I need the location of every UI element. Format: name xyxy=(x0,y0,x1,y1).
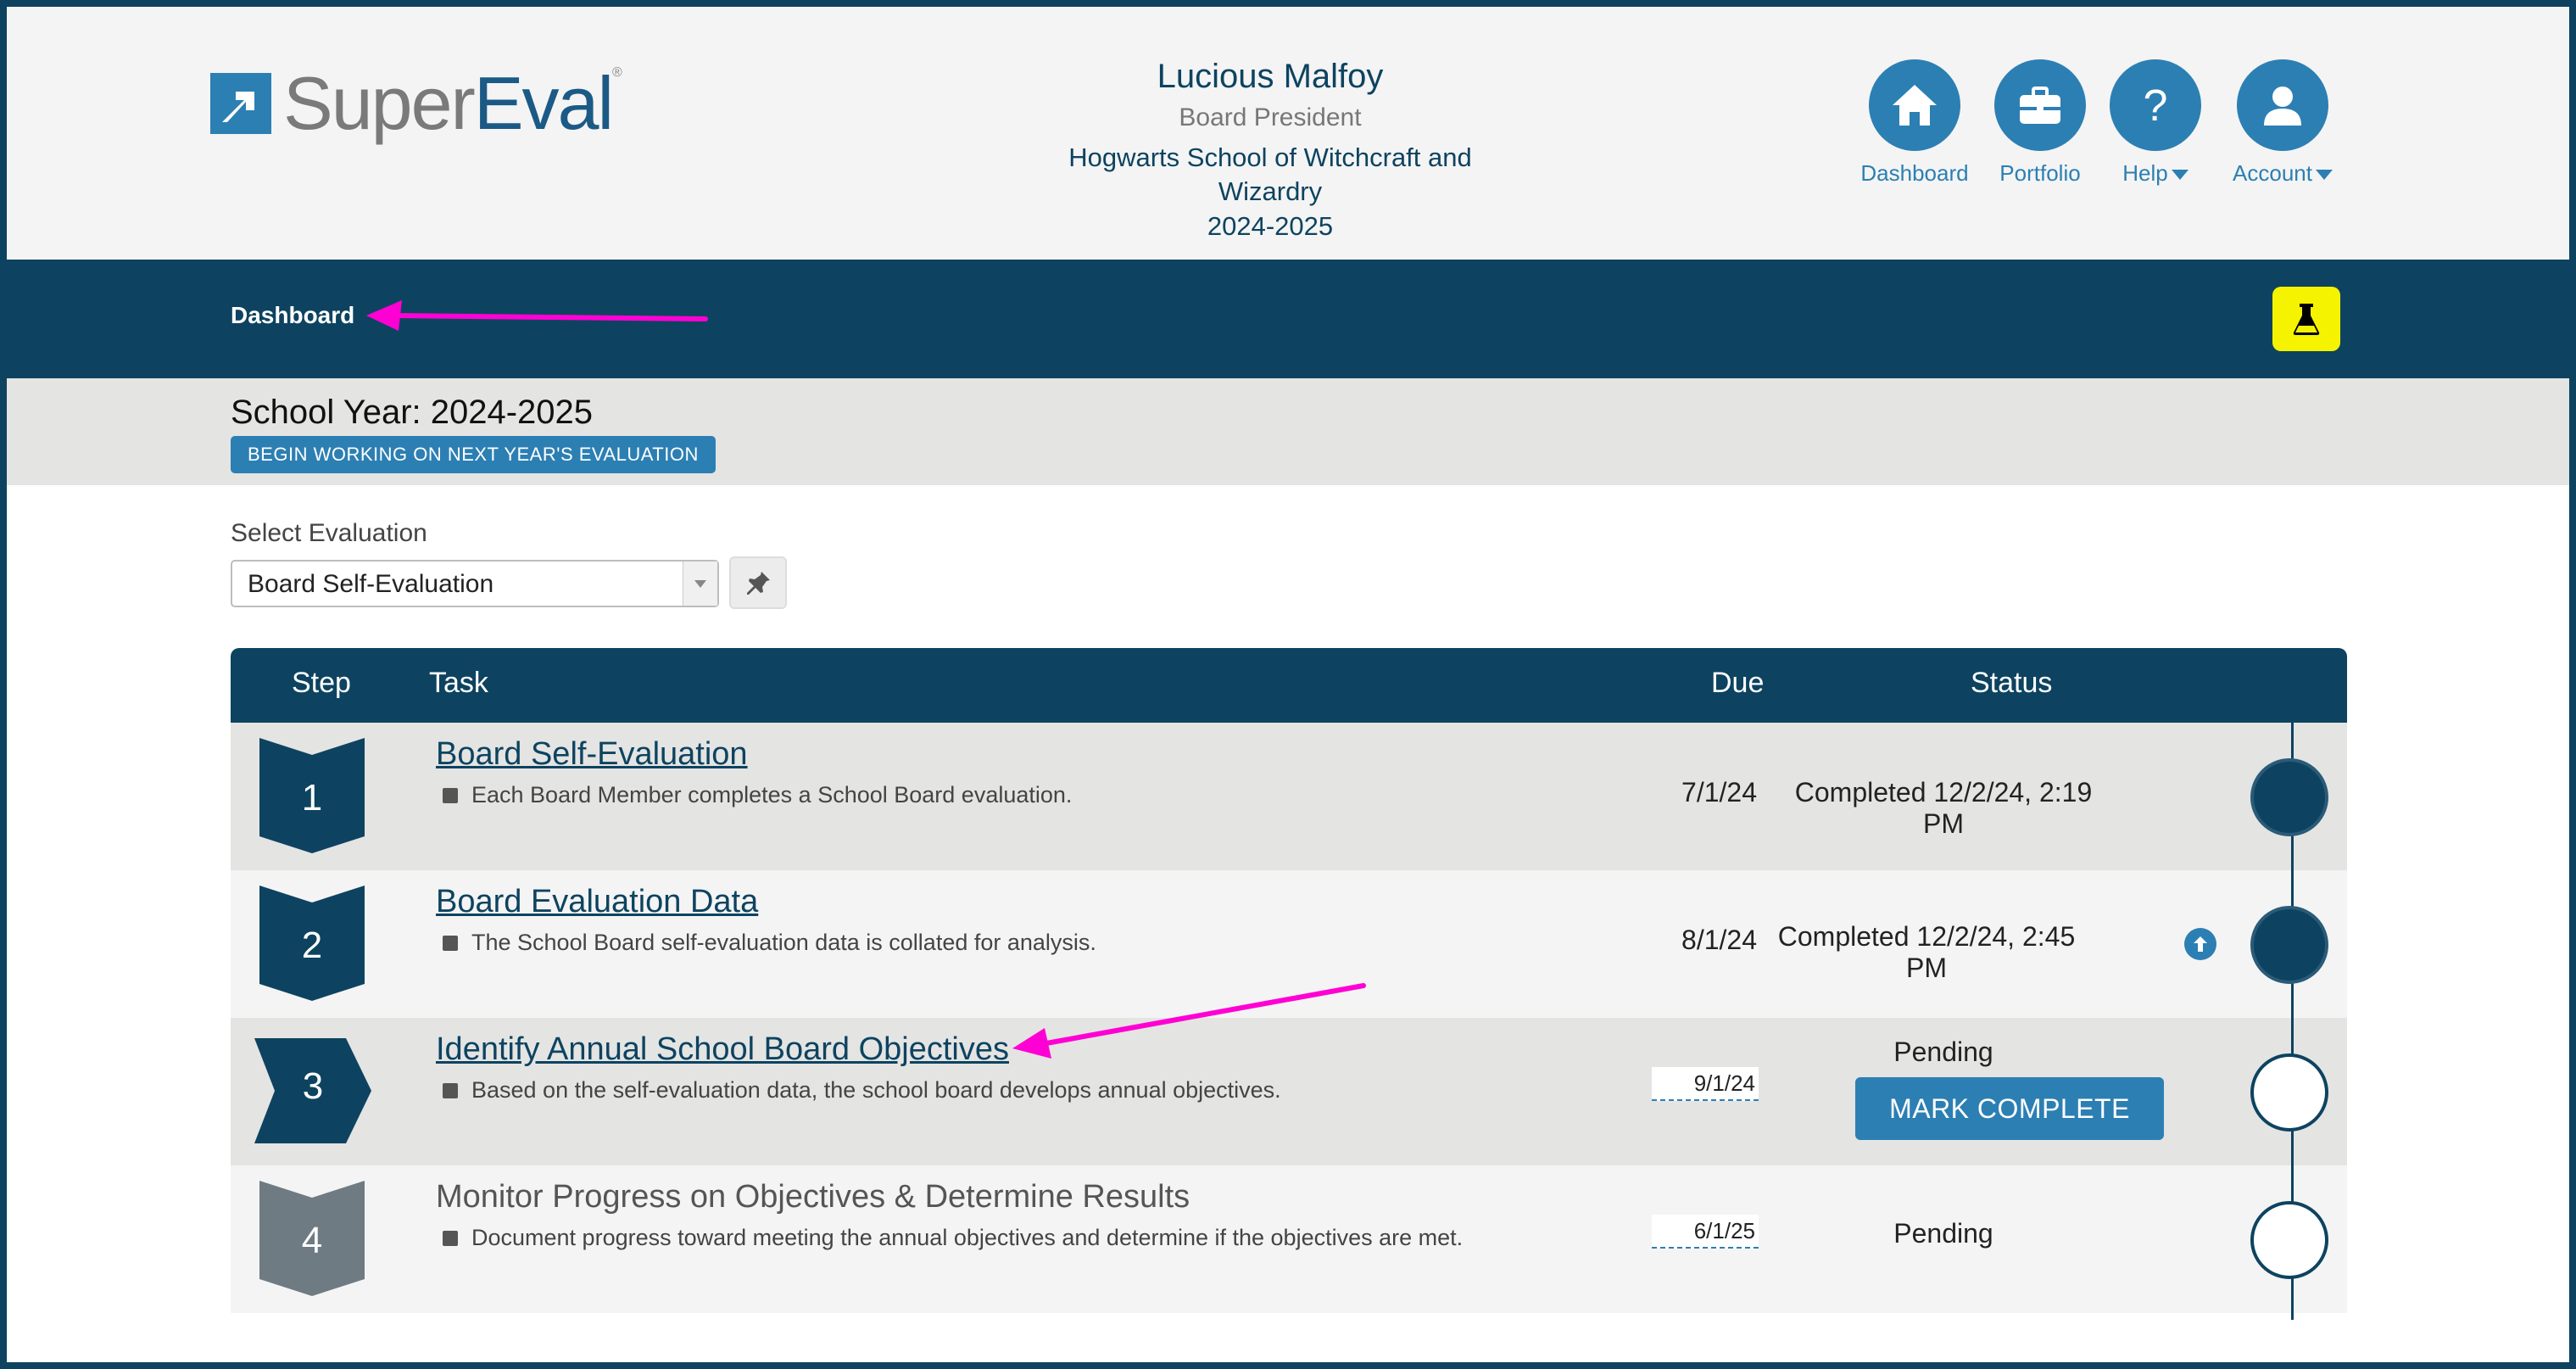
due-date-input[interactable]: 6/1/25 xyxy=(1652,1215,1759,1249)
header-status: Status xyxy=(1971,667,2053,699)
task-link[interactable]: Board Evaluation Data xyxy=(436,884,758,920)
step-chevron-icon: 2 xyxy=(259,886,365,1001)
bullet-icon xyxy=(443,1230,458,1246)
status-text: Completed 12/2/24, 2:19 PM xyxy=(1794,777,2093,839)
table-row: 3 Identify Annual School Board Objective… xyxy=(231,1018,2347,1165)
due-date-input[interactable]: 9/1/24 xyxy=(1652,1067,1759,1101)
user-year: 2024-2025 xyxy=(1207,211,1334,241)
status-text: Completed 12/2/24, 2:45 PM xyxy=(1777,921,2076,983)
header-due: Due xyxy=(1711,667,1765,699)
select-evaluation-label: Select Evaluation xyxy=(231,519,427,547)
user-icon xyxy=(2237,59,2328,151)
step-arrow-icon: 3 xyxy=(254,1033,371,1143)
task-title: Monitor Progress on Objectives & Determi… xyxy=(436,1179,1190,1215)
task-description: Document progress toward meeting the ann… xyxy=(443,1225,1463,1251)
task-description: Based on the self-evaluation data, the s… xyxy=(443,1077,1281,1104)
timeline-complete-icon xyxy=(2250,906,2328,984)
task-link[interactable]: Board Self-Evaluation xyxy=(436,736,748,773)
question-icon: ? xyxy=(2110,59,2201,151)
user-name: Lucious Malfoy xyxy=(1157,58,1384,95)
pin-button[interactable] xyxy=(729,556,787,609)
svg-text:?: ? xyxy=(2144,81,2168,131)
timeline-pending-icon xyxy=(2250,1053,2328,1132)
chevron-down-icon xyxy=(2171,170,2188,181)
nav-bar: Dashboard xyxy=(7,260,2569,378)
chevron-down-icon xyxy=(2315,170,2333,181)
app-frame: SuperEval® Lucious Malfoy Board Presiden… xyxy=(7,7,2569,1362)
task-description: The School Board self-evaluation data is… xyxy=(443,930,1096,956)
nav-dashboard[interactable]: Dashboard xyxy=(1847,59,1982,188)
logo-mark-icon xyxy=(210,73,271,134)
nav-help[interactable]: ? Help xyxy=(2088,59,2223,188)
user-info: Lucious Malfoy Board President Hogwarts … xyxy=(1016,54,1525,244)
table-row: 2 Board Evaluation Data The School Board… xyxy=(231,870,2347,1018)
step-chevron-icon: 4 xyxy=(259,1181,365,1296)
bullet-icon xyxy=(443,1082,458,1098)
lab-flask-button[interactable] xyxy=(2272,287,2340,351)
bullet-icon xyxy=(443,935,458,951)
next-year-evaluation-button[interactable]: BEGIN WORKING ON NEXT YEAR'S EVALUATION xyxy=(231,436,716,473)
superEval-logo[interactable]: SuperEval® xyxy=(210,61,622,146)
home-icon xyxy=(1869,59,1960,151)
task-table: Step Task Due Status 1 Board Self-Evalua… xyxy=(231,648,2347,1320)
task-link[interactable]: Identify Annual School Board Objectives xyxy=(436,1031,1009,1068)
header: SuperEval® Lucious Malfoy Board Presiden… xyxy=(7,7,2569,260)
due-date: 7/1/24 xyxy=(1681,777,1757,807)
arrow-up-icon[interactable] xyxy=(2184,928,2216,960)
bullet-icon xyxy=(443,787,458,803)
school-year-label: School Year: 2024-2025 xyxy=(231,394,594,431)
header-task: Task xyxy=(429,667,488,699)
logo-text: SuperEval® xyxy=(283,61,622,145)
table-row: 1 Board Self-Evaluation Each Board Membe… xyxy=(231,723,2347,870)
briefcase-icon xyxy=(1994,59,2086,151)
pin-icon xyxy=(747,572,770,595)
user-role: Board President xyxy=(1179,103,1362,131)
step-chevron-icon: 1 xyxy=(259,738,365,853)
table-row: 4 Monitor Progress on Objectives & Deter… xyxy=(231,1165,2347,1313)
status-text: Pending xyxy=(1893,1037,1993,1067)
timeline-complete-icon xyxy=(2250,758,2328,836)
chevron-down-icon[interactable] xyxy=(683,562,717,606)
table-header: Step Task Due Status xyxy=(231,648,2347,723)
breadcrumb[interactable]: Dashboard xyxy=(231,302,354,329)
evaluation-select[interactable]: Board Self-Evaluation xyxy=(231,560,719,607)
school-year-band: School Year: 2024-2025 BEGIN WORKING ON … xyxy=(7,378,2569,485)
header-step: Step xyxy=(292,667,351,699)
timeline-pending-icon xyxy=(2250,1201,2328,1279)
status-text: Pending xyxy=(1893,1218,1993,1249)
evaluation-select-value: Board Self-Evaluation xyxy=(248,570,494,598)
mark-complete-button[interactable]: MARK COMPLETE xyxy=(1855,1077,2164,1140)
flask-icon xyxy=(2293,304,2320,335)
task-description: Each Board Member completes a School Boa… xyxy=(443,782,1072,808)
due-date: 8/1/24 xyxy=(1681,925,1757,955)
nav-account[interactable]: Account xyxy=(2215,59,2350,188)
user-school: Hogwarts School of Witchcraft and Wizard… xyxy=(1068,142,1472,206)
